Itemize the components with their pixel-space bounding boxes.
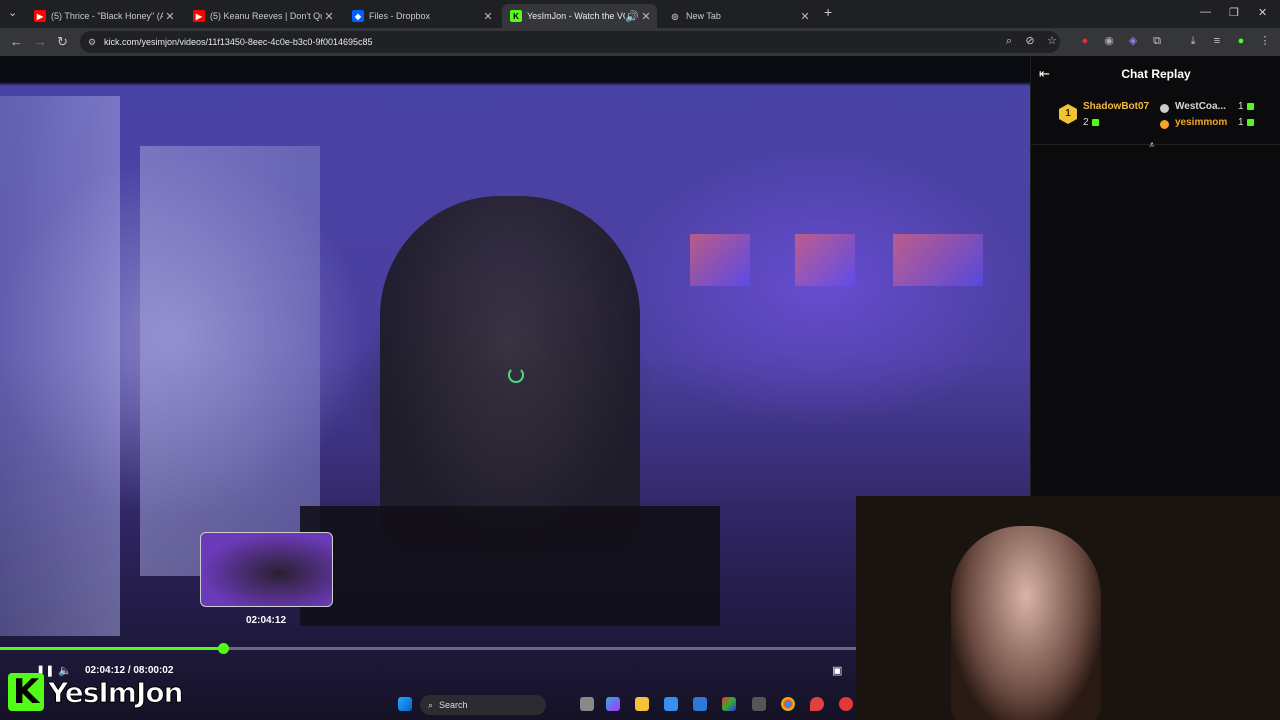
seek-bar[interactable]: [0, 643, 858, 654]
leaderboard-count: 1: [1238, 101, 1254, 112]
chat-panel: ⇤ Chat Replay 1 ShadowBot07 2 WestCoa...…: [1030, 56, 1280, 496]
close-tab-icon[interactable]: ✕: [481, 10, 495, 23]
leaderboard-user[interactable]: WestCoa...: [1175, 101, 1226, 112]
mail-icon[interactable]: [693, 697, 707, 711]
expand-leaderboard-icon[interactable]: ⩡: [1149, 140, 1155, 151]
copilot-icon[interactable]: [606, 697, 620, 711]
url-text: kick.com/yesimjon/videos/11f13450-8eec-4…: [104, 37, 373, 47]
zoom-icon[interactable]: ⌕: [1003, 35, 1015, 47]
video-frame-poster: [893, 234, 983, 286]
maximize-icon[interactable]: ❐: [1229, 6, 1239, 19]
dropbox-icon: ◆: [352, 10, 364, 22]
extension-gray-icon[interactable]: ◉: [1103, 35, 1115, 47]
webcam-person: [951, 526, 1101, 720]
close-tab-icon[interactable]: ✕: [798, 10, 812, 23]
profile-avatar-icon[interactable]: ●: [1235, 35, 1247, 47]
video-frame-desk: [300, 506, 720, 626]
video-frame-door-left: [0, 96, 120, 636]
close-tab-icon[interactable]: ✕: [163, 10, 177, 23]
close-window-icon[interactable]: ✕: [1258, 6, 1267, 19]
chrome-icon[interactable]: [781, 697, 795, 711]
bookmark-star-icon[interactable]: ☆: [1046, 35, 1058, 47]
speaker-icon[interactable]: 🔊: [625, 10, 639, 23]
close-tab-icon[interactable]: ✕: [322, 10, 336, 23]
download-icon[interactable]: ⤓: [1187, 35, 1199, 47]
search-icon: ⌕: [428, 699, 434, 710]
leaderboard-count: 2: [1083, 117, 1099, 128]
taskbar-search[interactable]: ⌕ Search: [420, 695, 546, 715]
seek-preview-thumbnail: [200, 532, 333, 607]
globe-icon: ◎: [671, 11, 679, 21]
seek-bar-handle[interactable]: [218, 643, 230, 654]
address-bar[interactable]: ⚙ kick.com/yesimjon/videos/11f13450-8eec…: [80, 31, 1060, 53]
maps-pin-icon[interactable]: [810, 697, 824, 711]
user-badge-icon: [1160, 104, 1169, 113]
eye-off-icon[interactable]: ⊘: [1024, 35, 1036, 47]
extension-purple-icon[interactable]: ◈: [1127, 35, 1139, 47]
count-value: 2: [1083, 117, 1089, 128]
gift-leaderboard: 1 ShadowBot07 2 WestCoa... 1 yesimmom 1: [1031, 94, 1280, 145]
tab-keanu[interactable]: ▶ (5) Keanu Reeves | Don't Quit Yo ✕: [185, 4, 340, 28]
tab-kick-vod[interactable]: K YesImJon - Watch the VOD 🔊 ✕: [502, 4, 657, 28]
minimize-icon[interactable]: —: [1200, 6, 1211, 18]
browser-toolbar: ← → ↻ ⚙ kick.com/yesimjon/videos/11f1345…: [0, 28, 1280, 56]
chat-title: Chat Replay: [1121, 67, 1191, 81]
task-view-icon[interactable]: [580, 697, 594, 711]
site-info-icon[interactable]: ⚙: [88, 37, 96, 48]
channel-logo: K YesImJon: [8, 672, 185, 712]
office-icon[interactable]: [722, 697, 736, 711]
youtube-icon: ▶: [193, 10, 205, 22]
seek-bar-progress: [0, 647, 224, 650]
media-control-icon[interactable]: ≡: [1211, 35, 1223, 47]
kick-icon: K: [510, 10, 522, 22]
rank-badge-icon: 1: [1059, 104, 1077, 124]
app-icon[interactable]: [752, 697, 766, 711]
loading-spinner-icon: [508, 367, 524, 383]
seek-preview-time: 02:04:12: [245, 615, 287, 626]
youtube-icon: ▶: [34, 10, 46, 22]
kick-logo-icon: K: [8, 673, 44, 711]
gift-icon: [1246, 118, 1254, 126]
taskbar-search-label: Search: [439, 700, 468, 710]
webcam-overlay: [856, 496, 1280, 720]
count-value: 1: [1238, 117, 1244, 128]
file-explorer-icon[interactable]: [635, 697, 649, 711]
store-icon[interactable]: [664, 697, 678, 711]
extension-red-icon[interactable]: ●: [1079, 35, 1091, 47]
opera-icon[interactable]: [839, 697, 853, 711]
new-tab-button[interactable]: +: [824, 4, 832, 20]
close-tab-icon[interactable]: ✕: [639, 10, 653, 23]
theater-mode-icon[interactable]: ▣: [832, 664, 842, 677]
chat-header: ⇤ Chat Replay: [1031, 56, 1280, 92]
video-frame-door: [140, 146, 320, 576]
windows-start-icon[interactable]: [398, 697, 412, 711]
tab-thrice[interactable]: ▶ (5) Thrice - "Black Honey" (Acou ✕: [26, 4, 181, 28]
leaderboard-user[interactable]: yesimmom: [1175, 117, 1227, 128]
video-frame-poster: [795, 234, 855, 286]
tab-dropbox[interactable]: ◆ Files - Dropbox ✕: [344, 4, 499, 28]
tab-new-tab[interactable]: ◎ New Tab ✕: [661, 4, 816, 28]
gift-icon: [1246, 102, 1254, 110]
kick-vod-page: 02:04:12 ❚❚ 🔈 02:04:12 / 08:00:02 ▣ K Ye…: [0, 56, 1280, 720]
tab-search-icon[interactable]: ⌄: [8, 6, 17, 19]
back-icon[interactable]: ←: [10, 34, 23, 49]
extensions-puzzle-icon[interactable]: ⧉: [1151, 35, 1163, 47]
gift-icon: [1091, 118, 1099, 126]
taskbar: ⌕ Search: [390, 692, 860, 718]
user-badge-icon: [1160, 120, 1169, 129]
reload-icon[interactable]: ↻: [57, 34, 68, 50]
video-frame-poster: [690, 234, 750, 286]
leaderboard-user[interactable]: ShadowBot07: [1083, 101, 1149, 112]
forward-icon[interactable]: →: [34, 34, 47, 49]
leaderboard-count: 1: [1238, 117, 1254, 128]
channel-name-overlay: YesImJon: [48, 675, 185, 709]
browser-tab-strip: ⌄ ▶ (5) Thrice - "Black Honey" (Acou ✕ ▶…: [0, 0, 1280, 28]
kebab-menu-icon[interactable]: ⋮: [1259, 35, 1271, 47]
count-value: 1: [1238, 101, 1244, 112]
